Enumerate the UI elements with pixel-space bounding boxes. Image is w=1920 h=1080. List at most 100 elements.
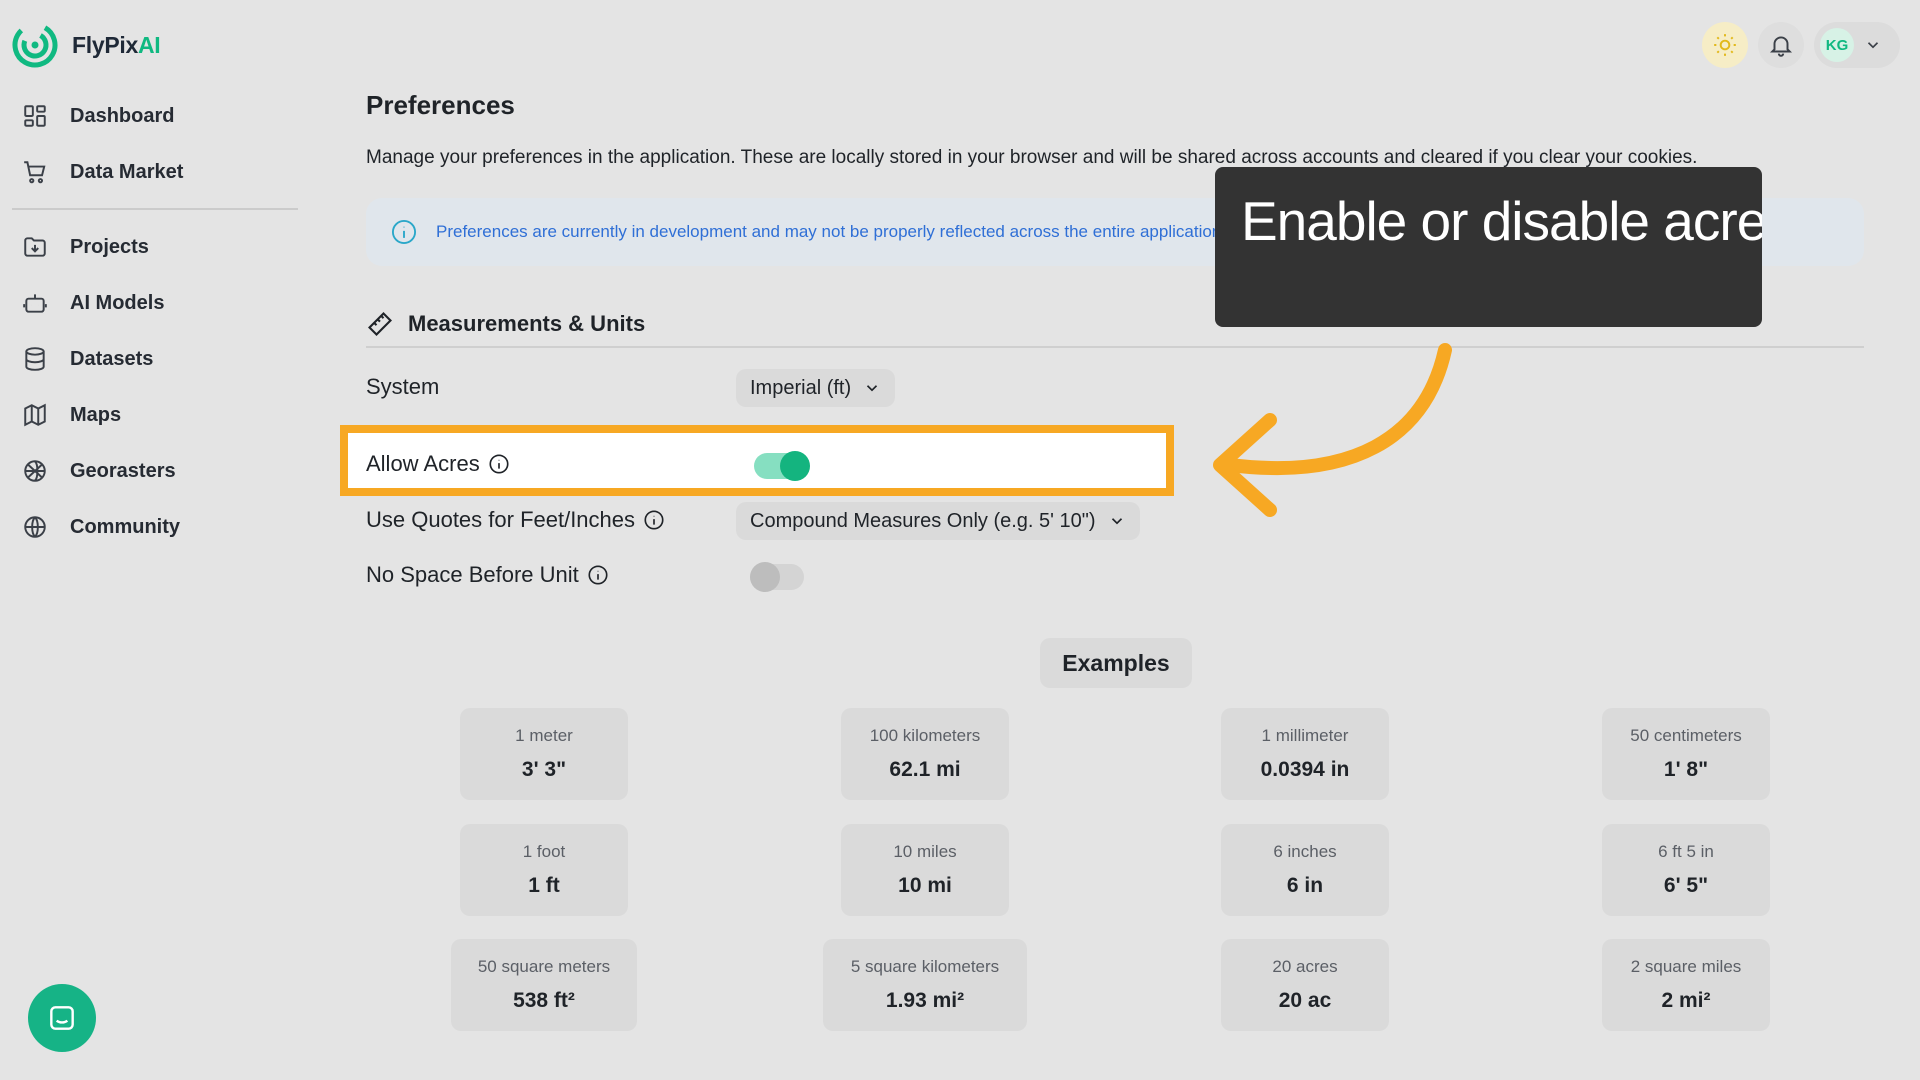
example-card-value: 6' 5" [1663,874,1709,897]
example-card-value: 1.93 mi² [885,989,965,1012]
bell-icon [1769,36,1793,57]
notifications-button[interactable] [1758,22,1804,68]
theme-toggle-button[interactable] [1702,22,1748,68]
ruler-icon [368,312,392,336]
example-card: 50 square meters 538 ft² [451,939,637,1031]
example-card-label: 2 square miles [1630,957,1742,976]
example-card-label: 6 ft 5 in [1658,842,1714,861]
chevron-down-icon [1867,42,1879,49]
sidebar-item-label: Maps [70,403,122,426]
toggle-knob [780,451,810,481]
sidebar-item-community[interactable]: Community [22,507,180,547]
system-label: System [366,374,440,399]
example-card-label: 20 acres [1272,957,1338,976]
chat-launcher-button[interactable] [28,984,96,1052]
allow-acres-label: Allow Acres [366,451,510,477]
app-name: FlyPixAI [72,31,161,58]
example-card: 10 miles 10 mi [841,824,1009,916]
example-card-value: 6 in [1286,874,1324,897]
globe-grid-icon [24,460,46,482]
page-title: Preferences [366,90,515,120]
arrow-icon [1213,343,1452,517]
example-card-value: 62.1 mi [889,758,961,781]
example-card: 100 kilometers 62.1 mi [841,708,1009,800]
sidebar-item-label: Projects [70,235,149,258]
example-card-value: 3' 3" [521,758,567,781]
globe-icon [24,516,46,538]
database-icon [25,347,45,371]
sidebar-item-label: Dashboard [70,104,175,127]
example-card-label: 100 kilometers [869,726,981,745]
example-card: 1 millimeter 0.0394 in [1221,708,1389,800]
example-card-value: 0.0394 in [1260,758,1350,781]
example-card: 1 foot 1 ft [460,824,628,916]
sun-icon [1714,34,1736,56]
example-card: 1 meter 3' 3" [460,708,628,800]
no-space-toggle[interactable] [750,562,804,592]
cart-icon [24,161,46,184]
example-card-label: 1 foot [522,842,566,861]
section-title: Measurements & Units [366,310,645,338]
system-select-value: Imperial (ft) [750,376,852,399]
example-card-value: 1 ft [528,874,560,897]
map-icon [24,403,46,427]
app-logo[interactable]: FlyPixAI [12,22,161,68]
sidebar-item-label: Community [70,515,180,538]
annotation-tooltip: Enable or disable acres [1215,167,1762,327]
sidebar-item-maps[interactable]: Maps [22,395,121,435]
example-card-value: 538 ft² [513,989,575,1012]
sidebar-item-datasets[interactable]: Datasets [22,339,153,379]
section-divider [366,346,1864,348]
example-card-value: 2 mi² [1661,989,1711,1012]
example-card: 20 acres 20 ac [1221,939,1389,1031]
example-card-value: 1' 8" [1663,758,1709,781]
sidebar-item-label: AI Models [70,291,165,314]
sidebar-item-data-market[interactable]: Data Market [22,152,183,192]
example-card-value: 10 mi [898,874,952,897]
sidebar-item-projects[interactable]: Projects [22,227,149,267]
dashboard-icon [24,105,46,127]
no-space-label: No Space Before Unit [366,562,609,588]
chevron-down-icon [1111,518,1122,525]
example-card-label: 50 centimeters [1630,726,1742,745]
info-icon[interactable] [587,564,609,586]
example-card-label: 6 inches [1273,842,1337,861]
system-select[interactable]: Imperial (ft) [736,369,896,407]
example-card: 6 ft 5 in 6' 5" [1602,824,1770,916]
info-icon[interactable] [488,453,510,475]
info-icon [391,219,417,245]
avatar: KG [1820,28,1854,62]
sidebar-item-georasters[interactable]: Georasters [22,451,176,491]
chevron-down-icon [867,385,878,392]
example-card: 5 square kilometers 1.93 mi² [823,939,1027,1031]
section-title-text: Measurements & Units [408,311,646,336]
quotes-select-value: Compound Measures Only (e.g. 5' 10") [750,509,1096,532]
quotes-label: Use Quotes for Feet/Inches [366,507,665,533]
sidebar-item-label: Datasets [70,347,154,370]
sidebar-item-dashboard[interactable]: Dashboard [22,96,174,136]
toggle-knob [750,562,780,592]
example-card-label: 1 millimeter [1261,726,1349,745]
example-card-label: 5 square kilometers [850,957,1000,976]
page-description: Manage your preferences in the applicati… [366,147,1698,168]
allow-acres-toggle[interactable] [754,451,810,481]
example-card-value: 20 ac [1278,989,1332,1012]
folder-icon [24,237,46,257]
sidebar-item-ai-models[interactable]: AI Models [22,283,164,323]
user-menu-button[interactable]: KG [1814,22,1900,68]
sidebar-item-label: Data Market [70,160,184,183]
robot-icon [23,294,47,313]
quotes-select[interactable]: Compound Measures Only (e.g. 5' 10") [736,502,1140,540]
example-card: 50 centimeters 1' 8" [1602,708,1770,800]
example-card-label: 1 meter [515,726,573,745]
examples-heading: Examples [1040,638,1192,688]
flypix-logo-icon [12,22,58,68]
example-card: 6 inches 6 in [1221,824,1389,916]
example-card-label: 50 square meters [477,957,611,976]
example-card: 2 square miles 2 mi² [1602,939,1770,1031]
info-icon[interactable] [643,509,665,531]
example-card-label: 10 miles [893,842,957,861]
chat-icon [50,1006,74,1030]
sidebar-item-label: Georasters [70,459,176,482]
sidebar-divider [12,208,298,210]
